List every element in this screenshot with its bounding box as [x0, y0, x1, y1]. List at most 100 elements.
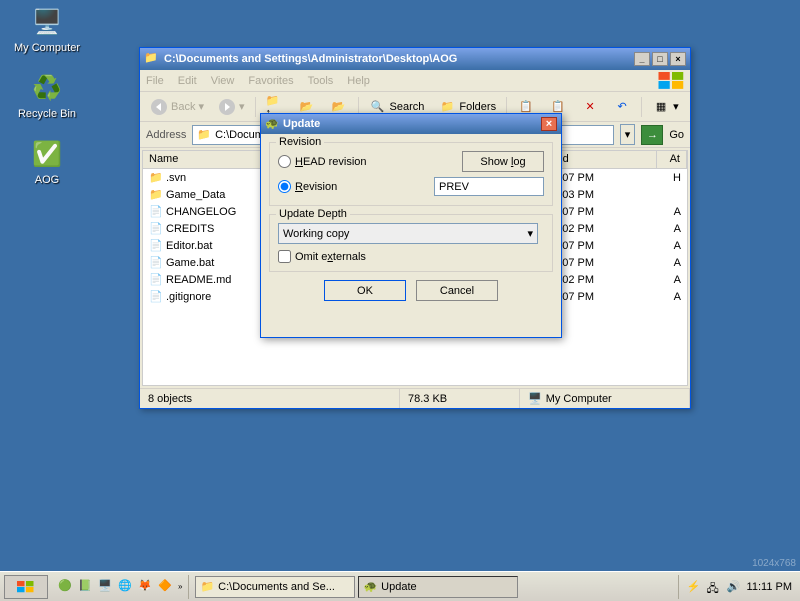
statusbar: 8 objects 78.3 KB 🖥️ My Computer — [140, 388, 690, 408]
desktop-icon-aog[interactable]: ✅ AOG — [12, 138, 82, 186]
desktop-icon-recycle-bin[interactable]: ♻️ Recycle Bin — [12, 72, 82, 120]
go-button[interactable]: → — [641, 125, 663, 145]
file-icon: 📄 — [149, 290, 163, 304]
back-button[interactable]: Back ▾ — [146, 96, 208, 118]
revision-radio[interactable] — [278, 180, 291, 193]
windows-logo-icon — [17, 580, 35, 594]
depth-select[interactable]: Working copy ▾ — [278, 223, 538, 244]
menu-file[interactable]: File — [146, 75, 164, 87]
dropdown-icon[interactable]: ▾ — [620, 124, 636, 145]
file-icon: 📁 — [149, 188, 163, 202]
revision-group: Revision HEAD revision Show log Revision — [269, 142, 553, 206]
ql-firefox-icon[interactable]: 🦊 — [138, 579, 154, 595]
delete-icon: ✕ — [581, 98, 599, 116]
desktop-icon-my-computer[interactable]: 🖥️ My Computer — [12, 6, 82, 54]
address-label: Address — [146, 129, 186, 141]
ql-vlc-icon[interactable]: 🔶 — [158, 579, 174, 595]
recycle-icon: ♻️ — [31, 72, 63, 104]
minimize-button[interactable]: _ — [634, 52, 650, 66]
folder-icon: 📁 — [197, 128, 211, 141]
forward-button[interactable]: ▾ — [214, 96, 249, 118]
folder-icon: 📁 — [200, 580, 214, 593]
dropdown-icon: ▾ — [198, 100, 204, 113]
show-log-button[interactable]: Show log — [462, 151, 544, 172]
start-button[interactable] — [4, 575, 48, 599]
tray-power-icon[interactable]: ⚡ — [687, 580, 701, 594]
taskbar: 🟢 📗 🖥️ 🌐 🦊 🔶 » 📁 C:\Documents and Se... … — [0, 571, 800, 601]
folders-label: Folders — [459, 101, 496, 113]
tb-undo-button[interactable]: ↶ — [609, 96, 635, 118]
dialog-titlebar[interactable]: 🐢 Update × — [261, 114, 561, 134]
ql-show-desktop-icon[interactable]: 🖥️ — [98, 579, 114, 595]
revision-label[interactable]: Revision — [295, 181, 337, 193]
explorer-titlebar[interactable]: 📁 C:\Documents and Settings\Administrato… — [140, 48, 690, 70]
ql-ie-icon[interactable]: 🌐 — [118, 579, 134, 595]
back-icon — [150, 98, 168, 116]
head-label[interactable]: HEAD revision — [295, 156, 367, 168]
undo-icon: ↶ — [613, 98, 631, 116]
app-icon: ✅ — [31, 138, 63, 170]
ql-app-icon[interactable]: 📗 — [78, 579, 94, 595]
file-icon: 📄 — [149, 239, 163, 253]
tray-sound-icon[interactable]: 🔊 — [727, 580, 741, 594]
update-dialog: 🐢 Update × Revision HEAD revision Show l… — [260, 113, 562, 338]
tray-network-icon[interactable]: 🖧 — [707, 580, 721, 594]
windows-logo-icon — [658, 72, 686, 90]
file-icon: 📄 — [149, 222, 163, 236]
status-objects: 8 objects — [140, 389, 400, 408]
task-update[interactable]: 🐢 Update — [358, 576, 518, 598]
dropdown-icon: ▾ — [673, 100, 679, 113]
menu-tools[interactable]: Tools — [308, 75, 334, 87]
folder-icon: 📁 — [144, 51, 160, 67]
computer-icon: 🖥️ — [31, 6, 63, 38]
computer-icon: 🖥️ — [528, 392, 542, 405]
task-buttons: 📁 C:\Documents and Se... 🐢 Update — [189, 576, 677, 598]
back-label: Back — [171, 101, 195, 113]
menu-help[interactable]: Help — [347, 75, 370, 87]
window-title: C:\Documents and Settings\Administrator\… — [164, 53, 634, 65]
task-label: C:\Documents and Se... — [218, 581, 335, 593]
revision-input[interactable] — [434, 177, 544, 196]
maximize-button[interactable]: □ — [652, 52, 668, 66]
tb-delete-button[interactable]: ✕ — [577, 96, 603, 118]
file-icon: 📄 — [149, 205, 163, 219]
ql-utorrent-icon[interactable]: 🟢 — [58, 579, 74, 595]
go-label: Go — [669, 129, 684, 141]
dropdown-icon: ▾ — [239, 100, 245, 113]
task-explorer[interactable]: 📁 C:\Documents and Se... — [195, 576, 355, 598]
file-icon: 📁 — [149, 171, 163, 185]
ql-expand-icon[interactable]: » — [178, 582, 182, 591]
ok-button[interactable]: OK — [324, 280, 406, 301]
revision-legend: Revision — [276, 136, 324, 148]
depth-legend: Update Depth — [276, 208, 350, 220]
cancel-button[interactable]: Cancel — [416, 280, 498, 301]
dropdown-icon: ▾ — [527, 227, 533, 240]
omit-externals-checkbox[interactable] — [278, 250, 291, 263]
omit-externals-label[interactable]: Omit externals — [295, 251, 366, 263]
forward-icon — [218, 98, 236, 116]
views-icon: ▦ — [652, 98, 670, 116]
views-button[interactable]: ▦▾ — [648, 96, 683, 118]
col-attr[interactable]: At — [657, 151, 687, 168]
clock[interactable]: 11:11 PM — [747, 581, 792, 593]
dialog-close-button[interactable]: × — [541, 117, 557, 131]
depth-group: Update Depth Working copy ▾ Omit externa… — [269, 214, 553, 272]
head-radio[interactable] — [278, 155, 291, 168]
file-icon: 📄 — [149, 256, 163, 270]
menu-view[interactable]: View — [211, 75, 235, 87]
status-location: 🖥️ My Computer — [520, 389, 690, 408]
dimension-tag: 1024x768 — [752, 558, 796, 569]
menu-favorites[interactable]: Favorites — [248, 75, 293, 87]
depth-value: Working copy — [283, 228, 349, 240]
menubar: File Edit View Favorites Tools Help — [140, 70, 690, 92]
address-text: C:\Docum — [215, 129, 264, 141]
search-label: Search — [390, 101, 425, 113]
quicklaunch: 🟢 📗 🖥️ 🌐 🦊 🔶 » — [52, 575, 189, 599]
task-label: Update — [381, 581, 416, 593]
tortoise-icon: 🐢 — [265, 117, 279, 131]
file-icon: 📄 — [149, 273, 163, 287]
close-button[interactable]: × — [670, 52, 686, 66]
system-tray: ⚡ 🖧 🔊 11:11 PM — [678, 575, 800, 599]
menu-edit[interactable]: Edit — [178, 75, 197, 87]
desktop-icon-label: AOG — [12, 174, 82, 186]
